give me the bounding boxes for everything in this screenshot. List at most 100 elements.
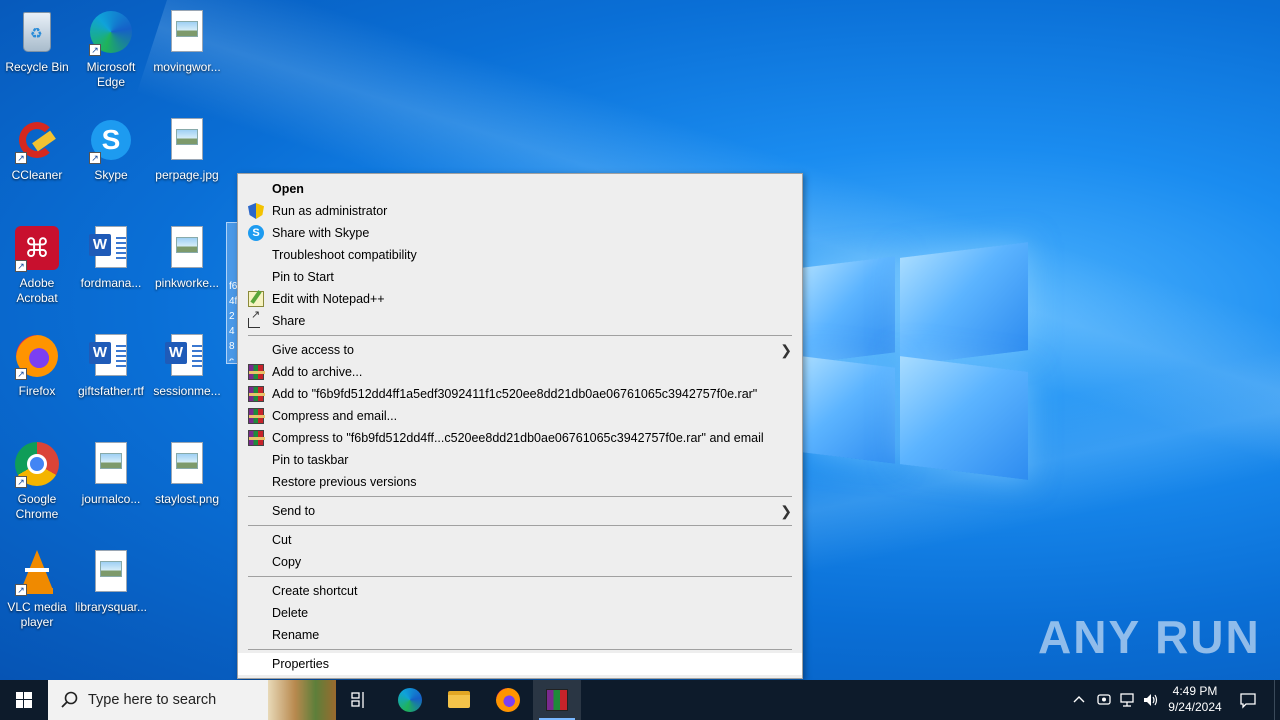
- desktop-icon-label: pinkworke...: [154, 276, 220, 290]
- taskbar-firefox[interactable]: [484, 680, 532, 720]
- taskbar-file-explorer[interactable]: [435, 680, 483, 720]
- shortcut-arrow-icon: ↗: [89, 44, 101, 56]
- taskbar-winrar[interactable]: [533, 680, 581, 720]
- notifications-icon[interactable]: [1238, 690, 1258, 710]
- menu-item-label: Add to archive...: [272, 365, 363, 379]
- volume-icon[interactable]: [1142, 692, 1160, 708]
- menu-separator: [248, 649, 792, 650]
- menu-item-share[interactable]: ↗ Share: [238, 310, 802, 332]
- taskbar-search-box[interactable]: Type here to search: [48, 680, 336, 720]
- menu-item-label: Create shortcut: [272, 584, 358, 598]
- menu-item-label: Compress to "f6b9fd512dd4ff...c520ee8dd2…: [272, 431, 764, 445]
- desktop-icon-ccleaner[interactable]: ↗ CCleaner: [0, 116, 74, 183]
- search-icon: [61, 691, 78, 708]
- windows-start-icon: [16, 692, 32, 708]
- menu-item-rename[interactable]: Rename: [238, 624, 802, 646]
- menu-item-pin-to-taskbar[interactable]: Pin to taskbar: [238, 449, 802, 471]
- desktop-icon-recycle-bin[interactable]: ♻ Recycle Bin: [0, 8, 74, 75]
- menu-item-compress-and-email[interactable]: Compress and email...: [238, 405, 802, 427]
- desktop-icon-giftsfather[interactable]: W giftsfather.rtf: [74, 332, 148, 399]
- winrar-icon: [546, 689, 568, 711]
- desktop-icon-pinkworke[interactable]: pinkworke...: [150, 224, 224, 291]
- desktop-icon-firefox[interactable]: ↗ Firefox: [0, 332, 74, 399]
- menu-item-send-to[interactable]: Send to ❯: [238, 500, 802, 522]
- chrome-icon: ↗: [13, 440, 61, 488]
- desktop-icon-label: Google Chrome: [15, 492, 59, 521]
- menu-item-label: Properties: [272, 657, 329, 671]
- search-highlight-image: [268, 680, 336, 720]
- menu-item-label: Share: [272, 314, 306, 328]
- menu-item-pin-to-start[interactable]: Pin to Start: [238, 266, 802, 288]
- menu-item-label: Pin to Start: [272, 270, 334, 284]
- windows-logo-pane: [900, 356, 1028, 480]
- taskbar-edge[interactable]: [386, 680, 434, 720]
- desktop-icon-skype[interactable]: S ↗ Skype: [74, 116, 148, 183]
- network-icon[interactable]: [1118, 692, 1136, 708]
- menu-item-label: Delete: [272, 606, 309, 620]
- desktop-icon-staylost[interactable]: staylost.png: [150, 440, 224, 507]
- word-document-icon: W: [87, 332, 135, 380]
- desktop-icon-librarysquar[interactable]: librarysquar...: [74, 548, 148, 615]
- menu-item-copy[interactable]: Copy: [238, 551, 802, 573]
- show-desktop-button[interactable]: [1274, 680, 1280, 720]
- desktop-icon-label: fordmana...: [80, 276, 142, 290]
- chevron-right-icon: ❯: [780, 503, 792, 519]
- menu-item-label: Compress and email...: [272, 409, 398, 423]
- menu-item-open[interactable]: Open: [238, 178, 802, 200]
- desktop-icon-vlc[interactable]: ↗ VLC media player: [0, 548, 74, 630]
- menu-item-add-to-archive[interactable]: Add to archive...: [238, 361, 802, 383]
- desktop-icon-label: Recycle Bin: [5, 60, 69, 74]
- shortcut-arrow-icon: ↗: [15, 476, 27, 488]
- adobe-acrobat-icon: ⌘ ↗: [13, 224, 61, 272]
- menu-item-delete[interactable]: Delete: [238, 602, 802, 624]
- desktop-icon-label: Adobe Acrobat: [16, 276, 58, 305]
- menu-item-run-as-administrator[interactable]: Run as administrator: [238, 200, 802, 222]
- menu-item-add-to-rar[interactable]: Add to "f6b9fd512dd4ff1a5edf3092411f1c52…: [238, 383, 802, 405]
- desktop-icon-label: VLC media player: [7, 600, 67, 629]
- desktop-icon-fordmana[interactable]: W fordmana...: [74, 224, 148, 291]
- desktop-icon-label: perpage.jpg: [155, 168, 219, 182]
- menu-item-label: Edit with Notepad++: [272, 292, 385, 306]
- desktop-icon-label: staylost.png: [154, 492, 220, 506]
- edge-icon: [398, 688, 422, 712]
- skype-icon: S ↗: [87, 116, 135, 164]
- skype-icon: S: [248, 225, 264, 241]
- desktop-icon-adobe-acrobat[interactable]: ⌘ ↗ Adobe Acrobat: [0, 224, 74, 306]
- menu-item-share-with-skype[interactable]: S Share with Skype: [238, 222, 802, 244]
- desktop-icon-movingwor[interactable]: movingwor...: [150, 8, 224, 75]
- uac-shield-icon: [248, 203, 264, 219]
- image-file-icon: [87, 548, 135, 596]
- chevron-right-icon: ❯: [780, 342, 792, 358]
- firefox-icon: [496, 688, 520, 712]
- menu-item-edit-with-notepadpp[interactable]: Edit with Notepad++: [238, 288, 802, 310]
- menu-item-cut[interactable]: Cut: [238, 529, 802, 551]
- windows-logo-pane: [803, 256, 895, 364]
- menu-item-give-access-to[interactable]: Give access to ❯: [238, 339, 802, 361]
- meet-now-icon[interactable]: [1096, 692, 1112, 708]
- image-file-icon: [163, 440, 211, 488]
- image-file-icon: [163, 224, 211, 272]
- menu-item-label: Rename: [272, 628, 320, 642]
- desktop-icon-journalco[interactable]: journalco...: [74, 440, 148, 507]
- menu-item-properties[interactable]: Properties: [238, 653, 802, 675]
- windows-logo-pane: [900, 242, 1028, 366]
- shortcut-arrow-icon: ↗: [15, 584, 27, 596]
- menu-item-compress-to-rar-and-email[interactable]: Compress to "f6b9fd512dd4ff...c520ee8dd2…: [238, 427, 802, 449]
- menu-item-create-shortcut[interactable]: Create shortcut: [238, 580, 802, 602]
- image-file-icon: [163, 116, 211, 164]
- taskbar-clock[interactable]: 4:49 PM 9/24/2024: [1160, 683, 1230, 715]
- desktop-icon-microsoft-edge[interactable]: ↗ Microsoft Edge: [74, 8, 148, 90]
- desktop-icon-label: librarysquar...: [74, 600, 148, 614]
- winrar-icon: [248, 430, 265, 446]
- menu-separator: [248, 496, 792, 497]
- desktop-icon-perpage[interactable]: perpage.jpg: [150, 116, 224, 183]
- menu-item-troubleshoot-compatibility[interactable]: Troubleshoot compatibility: [238, 244, 802, 266]
- desktop-icon-google-chrome[interactable]: ↗ Google Chrome: [0, 440, 74, 522]
- start-button[interactable]: [0, 680, 48, 720]
- desktop-icon-sessionme[interactable]: W sessionme...: [150, 332, 224, 399]
- menu-item-restore-previous-versions[interactable]: Restore previous versions: [238, 471, 802, 493]
- firefox-icon: ↗: [13, 332, 61, 380]
- menu-separator: [248, 525, 792, 526]
- chevron-up-icon[interactable]: [1071, 692, 1087, 708]
- task-view-button[interactable]: [336, 680, 384, 720]
